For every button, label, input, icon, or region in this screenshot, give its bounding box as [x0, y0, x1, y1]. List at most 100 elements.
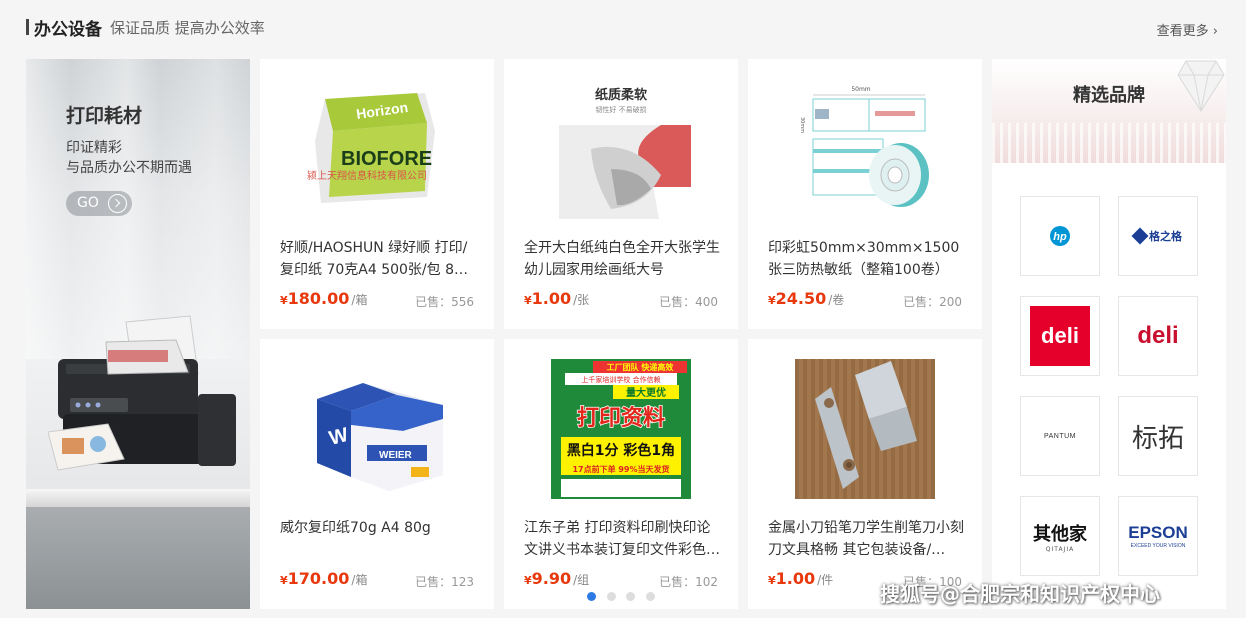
- price-value: 1.00: [531, 289, 572, 308]
- product-name[interactable]: 金属小刀铅笔刀学生削笔刀小刻刀文具格畅 其它包装设备/…: [768, 517, 964, 561]
- chevron-right-icon: [108, 194, 127, 213]
- biaotuo-wordmark: 标拓: [1131, 423, 1184, 454]
- brand-epson[interactable]: EPSON EXCEED YOUR VISION: [1118, 496, 1198, 576]
- product-image: 纸质柔软 韧性好 不易破损: [551, 79, 691, 219]
- brand-sub-text: BIOFORE: [341, 148, 432, 170]
- currency-symbol: ¥: [524, 574, 532, 587]
- badge-text: 工厂团队 快递高效: [607, 362, 674, 372]
- price-value: 9.90: [531, 569, 572, 588]
- sold-count: 已售：200: [903, 295, 962, 309]
- gezhige-logo: 格之格: [1131, 227, 1182, 245]
- epson-wordmark: EPSON: [1128, 523, 1188, 542]
- banner-title: 打印耗材: [66, 105, 143, 127]
- epson-tagline: EXCEED YOUR VISION: [1130, 543, 1186, 549]
- product-card[interactable]: 纸质柔软 韧性好 不易破损 全开大白纸纯白色全开大张学生幼儿园家用绘画纸大号 ¥…: [504, 59, 738, 329]
- product-image: 工厂团队 快递高效 上千家培训学校 合作信赖 量大更优 打印资料 黑白1分 彩色…: [551, 359, 691, 499]
- product-price: ¥180.00/箱: [280, 289, 367, 308]
- price-value: 24.50: [775, 289, 827, 308]
- product-card[interactable]: 50mm 30mm 印彩虹50mm×30mm×1500张三防热敏纸（整箱100卷…: [748, 59, 982, 329]
- price-unit: /张: [573, 293, 590, 307]
- brands-header-background: [992, 59, 1226, 163]
- image-subtitle: 韧性好 不易破损: [595, 105, 646, 114]
- product-name[interactable]: 好顺/HAOSHUN 绿好顺 打印/复印纸 70克A4 500张/包 8包…: [280, 237, 476, 281]
- carousel-dot[interactable]: [587, 591, 597, 601]
- product-price: ¥1.00/件: [768, 569, 833, 588]
- hp-logo-icon: hp: [1050, 226, 1070, 246]
- product-image: Horizon BIOFORE 颍上天翔信息科技有限公司: [307, 79, 447, 219]
- product-card[interactable]: Horizon BIOFORE 颍上天翔信息科技有限公司 好顺/HAOSHUN …: [260, 59, 494, 329]
- banner-table: [26, 489, 250, 507]
- partner-text: 上千家培训学校 合作信赖: [581, 375, 660, 384]
- currency-symbol: ¥: [280, 574, 288, 587]
- price-value: 1.00: [775, 569, 816, 588]
- product-name[interactable]: 印彩虹50mm×30mm×1500张三防热敏纸（整箱100卷）: [768, 237, 964, 281]
- title-bar-marker: [26, 19, 29, 35]
- consumables-banner[interactable]: 打印耗材 印证精彩 与品质办公不期而遇 GO: [26, 59, 250, 609]
- product-price: ¥24.50/卷: [768, 289, 844, 308]
- featured-brands-panel: 精选品牌 hp 格之格 deli deli PANTUM 标拓 其他家 QITA…: [992, 59, 1226, 609]
- product-price: ¥1.00/张: [524, 289, 589, 308]
- deli-logo: deli: [1030, 306, 1090, 366]
- view-more-link[interactable]: 查看更多 ›: [1157, 20, 1218, 39]
- banner-go-button[interactable]: GO: [66, 191, 132, 216]
- product-image: 50mm 30mm: [795, 79, 935, 219]
- product-card[interactable]: 工厂团队 快递高效 上千家培训学校 合作信赖 量大更优 打印资料 黑白1分 彩色…: [504, 339, 738, 609]
- gezhige-mark-icon: [1131, 227, 1149, 245]
- go-button-label: GO: [77, 195, 99, 211]
- currency-symbol: ¥: [768, 294, 776, 307]
- banner-line-2: 与品质办公不期而遇: [66, 160, 192, 176]
- brand-hp[interactable]: hp: [1020, 196, 1100, 276]
- carousel-dot[interactable]: [626, 591, 636, 601]
- image-caption: 颍上天翔信息科技有限公司: [307, 169, 427, 182]
- dimension-top: 50mm: [851, 86, 870, 93]
- sold-count: 已售：102: [659, 575, 718, 589]
- brand-deli-red[interactable]: deli: [1020, 296, 1100, 376]
- svg-text:hp: hp: [1053, 231, 1067, 243]
- price-unit: /组: [573, 573, 590, 587]
- section-header: 办公设备 保证品质 提高办公效率 查看更多 ›: [26, 14, 1218, 42]
- brand-text: WEIER: [379, 450, 413, 461]
- product-price: ¥170.00/箱: [280, 569, 367, 588]
- product-name[interactable]: 威尔复印纸70g A4 80g: [280, 517, 476, 539]
- price-unit: /箱: [351, 293, 368, 307]
- price-unit: /卷: [828, 293, 845, 307]
- product-image: [795, 359, 935, 499]
- currency-symbol: ¥: [524, 294, 532, 307]
- banner-line-1: 印证精彩: [66, 140, 122, 156]
- product-name[interactable]: 全开大白纸纯白色全开大张学生幼儿园家用绘画纸大号: [524, 237, 720, 281]
- brand-pantum[interactable]: PANTUM: [1020, 396, 1100, 476]
- banner-floor: [26, 507, 250, 609]
- price-unit: /箱: [351, 573, 368, 587]
- ribbon-text: 量大更优: [626, 386, 666, 399]
- sold-count: 已售：123: [415, 575, 474, 589]
- deli-wordmark: deli: [1137, 322, 1179, 349]
- carousel-dot[interactable]: [606, 591, 616, 601]
- product-image: W WEIER: [307, 359, 447, 499]
- price-value: 180.00: [287, 289, 350, 308]
- brand-deli[interactable]: deli: [1118, 296, 1198, 376]
- printer-illustration: [48, 315, 236, 471]
- product-price: ¥9.90/组: [524, 569, 589, 588]
- pantum-wordmark: PANTUM: [1043, 432, 1077, 440]
- qitajia-wordmark: 其他家: [1033, 523, 1087, 545]
- section-title: 办公设备: [34, 20, 102, 40]
- product-card[interactable]: W WEIER 威尔复印纸70g A4 80g ¥170.00/箱 已售：123: [260, 339, 494, 609]
- image-title: 纸质柔软: [595, 87, 647, 103]
- carousel-indicator: [576, 587, 666, 605]
- price-ad-text: 黑白1分 彩色1角: [567, 442, 675, 459]
- brand-qitajia[interactable]: 其他家 QITAJIA: [1020, 496, 1100, 576]
- qitajia-sub: QITAJIA: [1045, 545, 1075, 553]
- watermark: 搜狐号@合肥宗和知识产权中心: [880, 582, 1160, 606]
- section-subtitle: 保证品质 提高办公效率: [110, 19, 265, 37]
- main-ad-text: 打印资料: [577, 406, 665, 431]
- sold-count: 已售：400: [659, 295, 718, 309]
- product-name[interactable]: 江东子弟 打印资料印刷快印论文讲义书本装订复印文件彩色…: [524, 517, 720, 561]
- carousel-dot[interactable]: [645, 591, 655, 601]
- currency-symbol: ¥: [768, 574, 776, 587]
- product-card[interactable]: 金属小刀铅笔刀学生削笔刀小刻刀文具格畅 其它包装设备/… ¥1.00/件 已售：…: [748, 339, 982, 609]
- brands-title: 精选品牌: [1073, 85, 1145, 106]
- brand-biaotuo[interactable]: 标拓: [1118, 396, 1198, 476]
- brand-gezhige[interactable]: 格之格: [1118, 196, 1198, 276]
- price-value: 170.00: [287, 569, 350, 588]
- price-unit: /件: [817, 573, 834, 587]
